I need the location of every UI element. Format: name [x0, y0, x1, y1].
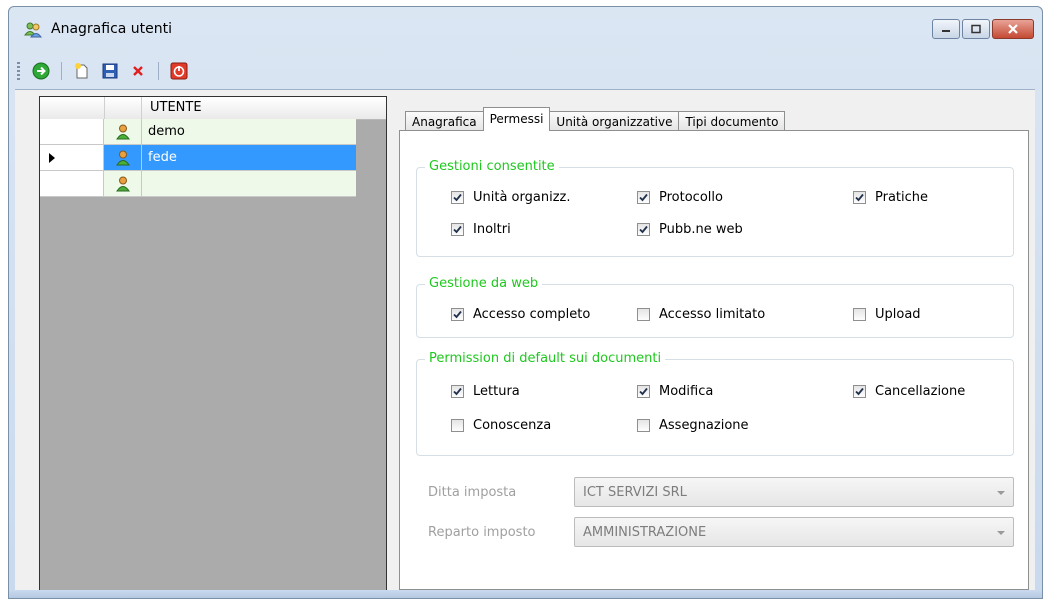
pratiche-checkbox[interactable]: Pratiche	[853, 190, 928, 205]
table-row[interactable]: demo	[40, 119, 356, 145]
checkbox-box[interactable]	[451, 308, 464, 321]
reparto-label: Reparto imposto	[428, 525, 536, 540]
checkbox-label: Pubb.ne web	[659, 222, 743, 237]
checkbox-label: Accesso completo	[473, 307, 591, 322]
checkbox-label: Pratiche	[875, 190, 929, 205]
row-selector[interactable]	[40, 145, 104, 171]
lettura-checkbox[interactable]: Lettura	[451, 384, 520, 399]
user-icon	[104, 171, 142, 197]
tab-unita-organizzative[interactable]: Unità organizzative	[549, 111, 680, 131]
grid-header: UTENTE	[40, 97, 386, 120]
checkbox-box[interactable]	[853, 308, 866, 321]
accesso-completo-checkbox[interactable]: Accesso completo	[451, 307, 590, 322]
close-window-button[interactable]	[992, 19, 1034, 39]
toolbar-separator	[158, 62, 159, 80]
toolbar-grip[interactable]	[17, 62, 20, 80]
window-bottom-border	[9, 590, 1042, 598]
web-group: Gestione da web Accesso completo Accesso…	[416, 276, 1014, 338]
checkbox-label: Cancellazione	[875, 384, 966, 399]
modifica-checkbox[interactable]: Modifica	[637, 384, 713, 399]
close-form-icon[interactable]	[168, 60, 190, 82]
checkbox-box[interactable]	[451, 419, 464, 432]
tab-strip: Anagrafica Permessi Unità organizzative …	[405, 107, 786, 131]
ditta-select[interactable]: ICT SERVIZI SRL	[574, 477, 1014, 507]
checkbox-label: Modifica	[659, 384, 714, 399]
reparto-row: Reparto imposto AMMINISTRAZIONE	[416, 517, 1016, 547]
checkbox-box[interactable]	[637, 191, 650, 204]
checkbox-label: Accesso limitato	[659, 307, 766, 322]
ditta-value: ICT SERVIZI SRL	[583, 485, 687, 500]
web-title: Gestione da web	[425, 276, 543, 291]
users-icon	[23, 21, 43, 39]
tab-anagrafica[interactable]: Anagrafica	[405, 111, 484, 131]
maximize-button[interactable]	[962, 19, 990, 39]
toolbar	[17, 57, 190, 85]
checkbox-box[interactable]	[637, 308, 650, 321]
accesso-limitato-checkbox[interactable]: Accesso limitato	[637, 307, 765, 322]
checkbox-label: Upload	[875, 307, 921, 322]
checkbox-label: Lettura	[473, 384, 520, 399]
app-window: Anagrafica utenti UTENTE demo fede Anagr…	[8, 6, 1043, 599]
checkbox-label: Inoltri	[473, 222, 511, 237]
title-bar[interactable]: Anagrafica utenti	[9, 7, 1042, 51]
row-selector[interactable]	[40, 171, 104, 197]
minimize-button[interactable]	[932, 19, 960, 39]
inoltri-checkbox[interactable]: Inoltri	[451, 222, 511, 237]
permessi-panel: Gestioni consentite Unità organizz. Prot…	[399, 130, 1029, 590]
permission-title: Permission di default sui documenti	[425, 351, 666, 366]
go-icon[interactable]	[30, 60, 52, 82]
checkbox-box[interactable]	[637, 385, 650, 398]
table-row[interactable]	[40, 171, 356, 197]
user-icon	[104, 119, 142, 145]
ditta-label: Ditta imposta	[428, 485, 517, 500]
delete-icon[interactable]	[127, 60, 149, 82]
user-name-cell[interactable]: demo	[142, 119, 356, 145]
checkbox-box[interactable]	[451, 191, 464, 204]
user-name-cell[interactable]: fede	[142, 145, 356, 171]
checkbox-label: Assegnazione	[659, 418, 749, 433]
pubb-ne-web-checkbox[interactable]: Pubb.ne web	[637, 222, 743, 237]
checkbox-box[interactable]	[637, 419, 650, 432]
gestioni-title: Gestioni consentite	[425, 159, 559, 174]
ditta-row: Ditta imposta ICT SERVIZI SRL	[416, 477, 1016, 507]
row-selector[interactable]	[40, 119, 104, 145]
checkbox-box[interactable]	[853, 385, 866, 398]
chevron-down-icon[interactable]	[997, 491, 1005, 495]
tab-tipi-documento[interactable]: Tipi documento	[678, 111, 786, 131]
user-name-cell[interactable]	[142, 171, 356, 197]
chevron-down-icon[interactable]	[997, 531, 1005, 535]
window-title: Anagrafica utenti	[51, 21, 173, 37]
save-icon[interactable]	[99, 60, 121, 82]
new-icon[interactable]	[71, 60, 93, 82]
assegnazione-checkbox[interactable]: Assegnazione	[637, 418, 749, 433]
toolbar-separator	[61, 62, 62, 80]
permission-group: Permission di default sui documenti Lett…	[416, 351, 1014, 456]
checkbox-label: Protocollo	[659, 190, 723, 205]
cancellazione-checkbox[interactable]: Cancellazione	[853, 384, 965, 399]
protocollo-checkbox[interactable]: Protocollo	[637, 190, 723, 205]
checkbox-label: Conoscenza	[473, 418, 552, 433]
checkbox-box[interactable]	[451, 223, 464, 236]
user-icon	[104, 145, 142, 171]
gestioni-group: Gestioni consentite Unità organizz. Prot…	[416, 159, 1014, 257]
unita-organizz-checkbox[interactable]: Unità organizz.	[451, 190, 570, 205]
client-area: UTENTE demo fede Anagrafica Permessi Uni…	[15, 89, 1035, 598]
upload-checkbox[interactable]: Upload	[853, 307, 921, 322]
table-row[interactable]: fede	[40, 145, 356, 171]
checkbox-box[interactable]	[451, 385, 464, 398]
checkbox-box[interactable]	[853, 191, 866, 204]
users-grid[interactable]: UTENTE demo fede	[39, 96, 387, 598]
checkbox-box[interactable]	[637, 223, 650, 236]
conoscenza-checkbox[interactable]: Conoscenza	[451, 418, 551, 433]
column-header-utente[interactable]: UTENTE	[142, 100, 362, 115]
checkbox-label: Unità organizz.	[473, 190, 571, 205]
tab-permessi[interactable]: Permessi	[482, 107, 551, 131]
reparto-value: AMMINISTRAZIONE	[583, 525, 707, 540]
reparto-select[interactable]: AMMINISTRAZIONE	[574, 517, 1014, 547]
